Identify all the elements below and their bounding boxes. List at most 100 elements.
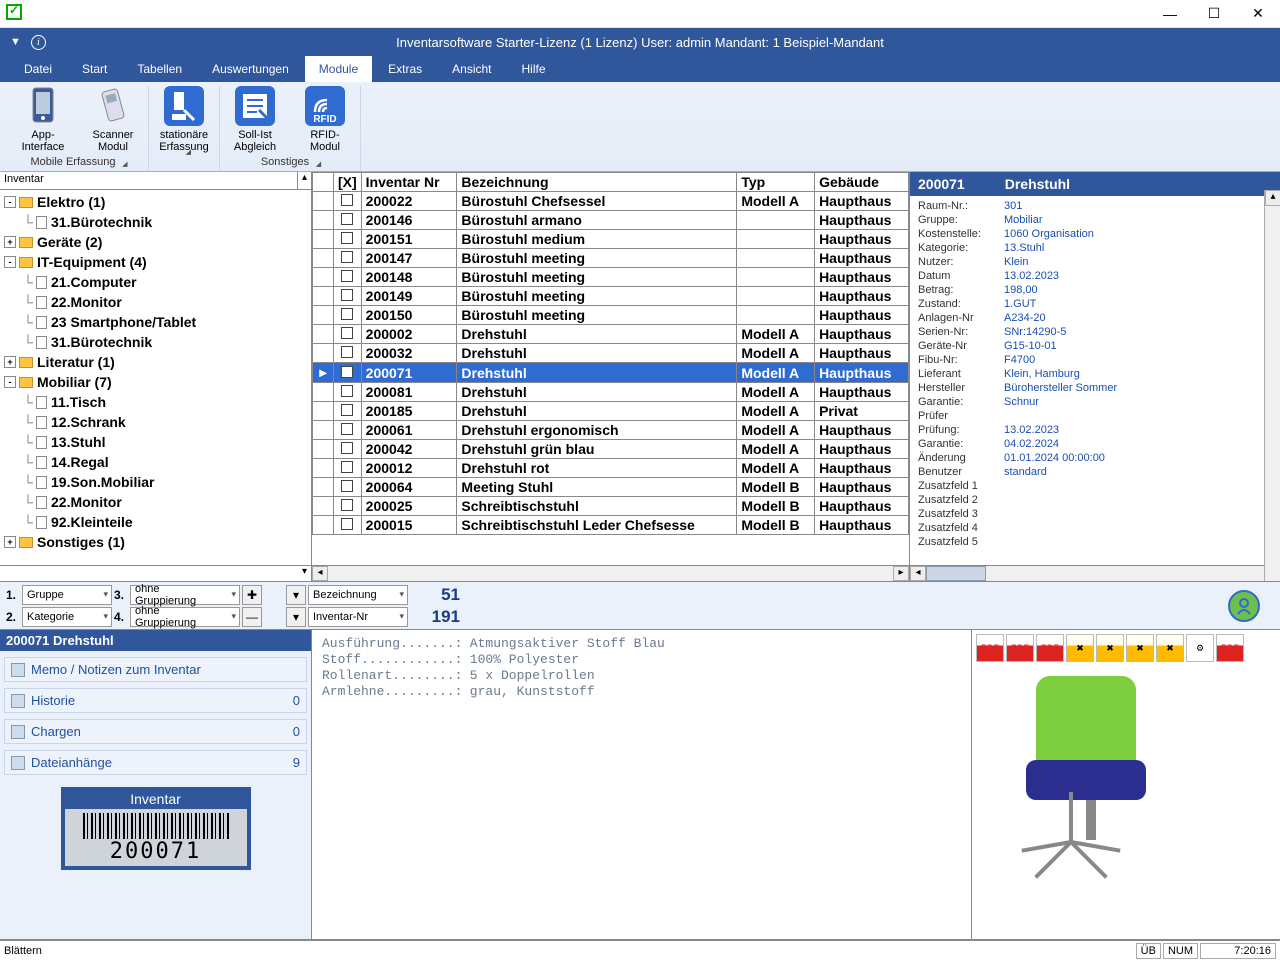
tree-item[interactable]: └14.Regal — [0, 452, 311, 472]
tree-item[interactable]: -IT-Equipment (4) — [0, 252, 311, 272]
filter-1-combo[interactable]: Gruppe — [22, 585, 112, 605]
checkbox[interactable] — [341, 270, 353, 282]
tree-item[interactable]: +Geräte (2) — [0, 232, 311, 252]
table-row[interactable]: 200022Bürostuhl ChefsesselModell AHaupth… — [313, 192, 909, 211]
pdf-icon[interactable]: PDF — [976, 634, 1004, 662]
pdf-icon[interactable]: PDF — [1216, 634, 1244, 662]
checkbox[interactable] — [341, 404, 353, 416]
tree-toggle-icon[interactable]: + — [4, 356, 16, 368]
table-row[interactable]: 200064Meeting StuhlModell BHaupthaus — [313, 478, 909, 497]
action-icon[interactable]: ✖ — [1096, 634, 1124, 662]
menu-module[interactable]: Module — [305, 56, 372, 82]
table-row[interactable]: 200148Bürostuhl meetingHaupthaus — [313, 268, 909, 287]
checkbox[interactable] — [341, 385, 353, 397]
filter-2-combo[interactable]: Kategorie — [22, 607, 112, 627]
tree-item[interactable]: +Sonstiges (1) — [0, 532, 311, 552]
menu-ansicht[interactable]: Ansicht — [438, 56, 505, 82]
sort-combo-1[interactable]: Bezeichnung — [308, 585, 408, 605]
ribbon-app-interface[interactable]: App-Interface — [14, 86, 72, 153]
table-row[interactable]: 200147Bürostuhl meetingHaupthaus — [313, 249, 909, 268]
checkbox[interactable] — [341, 442, 353, 454]
grid-header[interactable]: Bezeichnung — [457, 173, 737, 192]
table-row[interactable]: 200150Bürostuhl meetingHaupthaus — [313, 306, 909, 325]
table-row[interactable]: 200151Bürostuhl mediumHaupthaus — [313, 230, 909, 249]
table-row[interactable]: 200185DrehstuhlModell APrivat — [313, 402, 909, 421]
grid-header[interactable]: Typ — [737, 173, 815, 192]
checkbox[interactable] — [341, 327, 353, 339]
tree-item[interactable]: └11.Tisch — [0, 392, 311, 412]
checkbox[interactable] — [341, 194, 353, 206]
tree-toggle-icon[interactable]: + — [4, 236, 16, 248]
checkbox[interactable] — [341, 289, 353, 301]
action-icon[interactable]: ✖ — [1156, 634, 1184, 662]
menu-start[interactable]: Start — [68, 56, 121, 82]
tree-toggle-icon[interactable]: - — [4, 196, 16, 208]
tree-item[interactable]: └92.Kleinteile — [0, 512, 311, 532]
tree-toggle-icon[interactable]: - — [4, 376, 16, 388]
tree-item[interactable]: └12.Schrank — [0, 412, 311, 432]
ribbon-rfid[interactable]: RFIDRFID-Modul — [296, 86, 354, 153]
ribbon-scanner-modul[interactable]: Scanner Modul — [84, 86, 142, 153]
action-icon[interactable]: ⚙ — [1186, 634, 1214, 662]
grid-hscroll[interactable]: ◂▸ — [312, 565, 909, 581]
bl-row[interactable]: Chargen0 — [4, 719, 307, 744]
tree-item[interactable]: -Elektro (1) — [0, 192, 311, 212]
tree-item[interactable]: └23 Smartphone/Tablet — [0, 312, 311, 332]
grid-header[interactable]: [X] — [334, 173, 362, 192]
tree-item[interactable]: └21.Computer — [0, 272, 311, 292]
minimize-button[interactable]: — — [1148, 0, 1192, 28]
menu-datei[interactable]: Datei — [10, 56, 66, 82]
table-row[interactable]: 200032DrehstuhlModell AHaupthaus — [313, 344, 909, 363]
menu-dropdown-icon[interactable]: ▼ — [10, 36, 21, 48]
tree-item[interactable]: └31.Bürotechnik — [0, 332, 311, 352]
checkbox[interactable] — [341, 251, 353, 263]
table-row[interactable]: 200081DrehstuhlModell AHaupthaus — [313, 383, 909, 402]
close-button[interactable]: ✕ — [1236, 0, 1280, 28]
detail-hscroll[interactable]: ◂▸ — [910, 565, 1280, 581]
menu-extras[interactable]: Extras — [374, 56, 436, 82]
sort-combo-2[interactable]: Inventar-Nr — [308, 607, 408, 627]
menu-tabellen[interactable]: Tabellen — [123, 56, 196, 82]
filter-3-combo[interactable]: ohne Gruppierung — [130, 585, 240, 605]
filter-remove-button[interactable]: — — [242, 607, 262, 627]
checkbox[interactable] — [341, 366, 353, 378]
sort-button-2[interactable]: ▾ — [286, 607, 306, 627]
checkbox[interactable] — [341, 518, 353, 530]
tree-item[interactable]: +Literatur (1) — [0, 352, 311, 372]
checkbox[interactable] — [341, 423, 353, 435]
menu-hilfe[interactable]: Hilfe — [508, 56, 560, 82]
checkbox[interactable] — [341, 232, 353, 244]
bl-row[interactable]: Historie0 — [4, 688, 307, 713]
tree-toggle-icon[interactable]: + — [4, 536, 16, 548]
table-row[interactable]: 200149Bürostuhl meetingHaupthaus — [313, 287, 909, 306]
ribbon-stationaere-erfassung[interactable]: stationäre Erfassung — [155, 86, 213, 153]
filter-add-button[interactable]: ✚ — [242, 585, 262, 605]
pdf-icon[interactable]: PDF — [1006, 634, 1034, 662]
checkbox[interactable] — [341, 308, 353, 320]
table-row[interactable]: 200042Drehstuhl grün blauModell AHauptha… — [313, 440, 909, 459]
checkbox[interactable] — [341, 213, 353, 225]
detail-vscroll[interactable]: ▴ — [1264, 190, 1280, 581]
tree-item[interactable]: -Mobiliar (7) — [0, 372, 311, 392]
tree[interactable]: -Elektro (1) └31.Bürotechnik +Geräte (2)-I… — [0, 190, 311, 565]
checkbox[interactable] — [341, 346, 353, 358]
table-row[interactable]: 200012Drehstuhl rotModell AHaupthaus — [313, 459, 909, 478]
tree-scroll-down[interactable]: ▾ — [0, 565, 311, 581]
maximize-button[interactable]: ☐ — [1192, 0, 1236, 28]
checkbox[interactable] — [341, 499, 353, 511]
menu-auswertungen[interactable]: Auswertungen — [198, 56, 303, 82]
table-row[interactable]: 200025SchreibtischstuhlModell BHaupthaus — [313, 497, 909, 516]
ribbon-soll-ist[interactable]: Soll-Ist Abgleich — [226, 86, 284, 153]
tree-item[interactable]: └13.Stuhl — [0, 432, 311, 452]
grid-header[interactable]: Inventar Nr — [361, 173, 457, 192]
bl-row[interactable]: Dateianhänge9 — [4, 750, 307, 775]
status-indicator-icon[interactable] — [1228, 590, 1260, 622]
filter-4-combo[interactable]: ohne Gruppierung — [130, 607, 240, 627]
table-row[interactable]: 200002DrehstuhlModell AHaupthaus — [313, 325, 909, 344]
table-row[interactable]: 200015Schreibtischstuhl Leder ChefsesseM… — [313, 516, 909, 535]
info-icon[interactable]: i — [31, 35, 46, 50]
bl-row[interactable]: Memo / Notizen zum Inventar — [4, 657, 307, 682]
grid[interactable]: [X]Inventar NrBezeichnungTypGebäude20002… — [312, 172, 909, 565]
checkbox[interactable] — [341, 461, 353, 473]
grid-header[interactable] — [313, 173, 334, 192]
